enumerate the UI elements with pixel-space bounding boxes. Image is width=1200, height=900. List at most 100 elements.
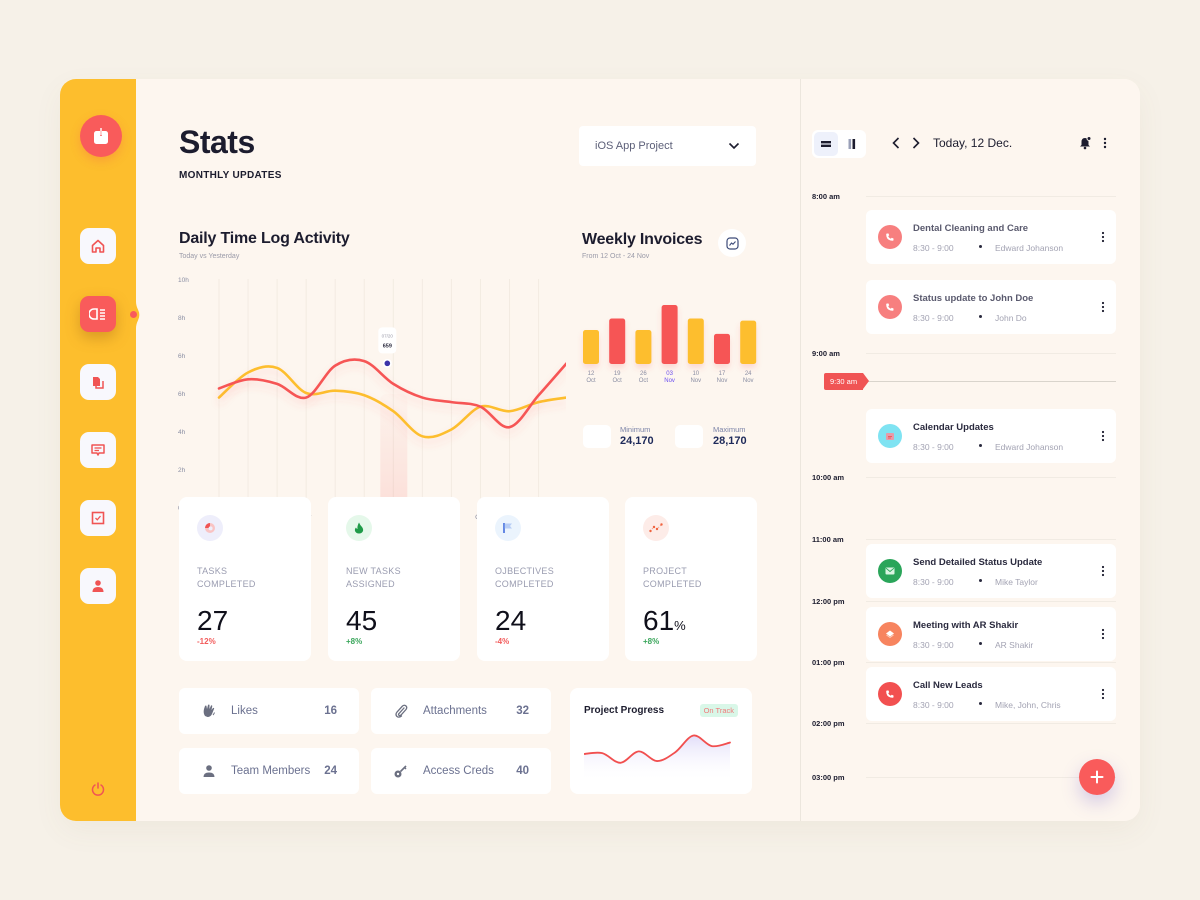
more-vertical-icon	[1101, 688, 1105, 700]
maximum-swatch	[675, 425, 703, 448]
chevron-right-icon	[912, 137, 920, 149]
event-menu-button[interactable]	[1100, 300, 1106, 314]
likes-label: Likes	[231, 705, 258, 717]
minimum-swatch	[583, 425, 611, 448]
event-card[interactable]: Calendar Updates 8:30 - 9:00 Edward Joha…	[866, 409, 1116, 463]
home-icon	[91, 239, 105, 253]
likes-count: 16	[324, 705, 337, 717]
time-gridline	[866, 601, 1116, 602]
attachments-count: 32	[516, 705, 529, 717]
list-view-button[interactable]	[814, 132, 838, 156]
weekly-invoices-subtitle: From 12 Oct - 24 Nov	[582, 253, 650, 260]
time-label: 02:00 pm	[812, 719, 845, 728]
project-progress-chart	[584, 734, 731, 782]
stat-label: PROJECT	[643, 566, 688, 576]
invoice-trend-button[interactable]	[718, 229, 746, 257]
event-time: 8:30 - 9:00	[913, 700, 954, 710]
y-tick-label: 6h	[178, 353, 186, 360]
time-label: 01:00 pm	[812, 658, 845, 667]
stat-value: 61%	[643, 605, 686, 636]
documents-icon	[93, 377, 104, 389]
previous-day-button[interactable]	[889, 134, 903, 152]
likes-card[interactable]: Likes 16	[179, 688, 359, 734]
sidebar-item-home[interactable]	[80, 228, 116, 264]
sidebar-item-stats[interactable]	[80, 296, 116, 332]
sidebar-item-tasks[interactable]	[80, 500, 116, 536]
project-progress-title: Project Progress	[584, 705, 665, 716]
checkbox-icon	[91, 511, 105, 525]
event-title: Meeting with AR Shakir	[913, 620, 1019, 631]
separator-dot	[979, 702, 982, 705]
event-menu-button[interactable]	[1100, 687, 1106, 701]
event-title: Status update to John Doe	[913, 293, 1034, 304]
stat-card-new-tasks: NEW TASKS ASSIGNED 45 +8%	[328, 497, 460, 661]
team-members-label: Team Members	[231, 765, 311, 777]
event-menu-button[interactable]	[1100, 564, 1106, 578]
stat-value: 27	[197, 605, 229, 636]
phone-icon	[878, 295, 902, 319]
event-menu-button[interactable]	[1100, 429, 1106, 443]
bar-label-month: Nov	[690, 378, 701, 384]
y-tick-label: 4h	[178, 429, 186, 436]
bar-label-month: Nov	[664, 378, 675, 384]
more-vertical-icon	[1101, 430, 1105, 442]
event-menu-button[interactable]	[1100, 627, 1106, 641]
logout-button[interactable]	[90, 781, 106, 797]
trend-chart-icon	[725, 236, 739, 250]
stat-value: 45	[346, 605, 378, 636]
event-card[interactable]: Dental Cleaning and Care 8:30 - 9:00 Edw…	[866, 210, 1116, 264]
plus-icon	[1090, 770, 1104, 784]
bell-icon	[1080, 136, 1092, 150]
attachments-card[interactable]: Attachments 32	[371, 688, 551, 734]
bar	[714, 333, 730, 364]
bar	[635, 330, 652, 364]
time-label: 8:00 am	[812, 192, 840, 201]
schedule-panel: Today, 12 Dec. 8:00 am 9:00 am 10:00 am …	[800, 79, 1140, 821]
stat-delta: +8%	[643, 637, 660, 646]
event-person: Mike, John, Chris	[995, 700, 1061, 710]
bar	[661, 304, 678, 364]
notifications-button[interactable]	[1078, 136, 1092, 150]
y-tick-label: 10h	[178, 277, 189, 284]
time-label: 12:00 pm	[812, 597, 845, 606]
event-card[interactable]: Call New Leads 8:30 - 9:00 Mike, John, C…	[866, 667, 1116, 721]
sidebar-item-documents[interactable]	[80, 364, 116, 400]
column-view-button[interactable]	[840, 132, 864, 156]
sidebar-item-messages[interactable]	[80, 432, 116, 468]
event-time: 8:30 - 9:00	[913, 442, 954, 452]
add-event-button[interactable]	[1079, 759, 1115, 795]
event-person: Edward Johanson	[995, 243, 1064, 253]
app-logo[interactable]	[80, 115, 122, 157]
stat-label: OJBECTIVES	[495, 566, 555, 576]
event-card[interactable]: Send Detailed Status Update 8:30 - 9:00 …	[866, 544, 1116, 598]
tooltip-point	[384, 360, 391, 367]
user-icon	[201, 763, 217, 779]
stat-delta: +8%	[346, 637, 363, 646]
event-menu-button[interactable]	[1100, 230, 1106, 244]
separator-dot	[979, 642, 982, 645]
event-card[interactable]: Status update to John Doe 8:30 - 9:00 Jo…	[866, 280, 1116, 334]
power-icon	[91, 782, 105, 796]
time-label: 11:00 am	[812, 535, 844, 544]
project-select[interactable]: iOS App Project	[579, 126, 756, 166]
y-tick-label: 6h	[178, 391, 186, 398]
next-day-button[interactable]	[909, 134, 923, 152]
stat-label: COMPLETED	[643, 579, 702, 589]
project-select-value: iOS App Project	[595, 140, 673, 152]
stat-card-tasks-completed: TASKS COMPLETED 27 -12%	[179, 497, 311, 661]
more-vertical-icon	[1101, 628, 1105, 640]
event-card[interactable]: Meeting with AR Shakir 8:30 - 9:00 AR Sh…	[866, 607, 1116, 661]
access-creds-card[interactable]: Access Creds 40	[371, 748, 551, 794]
app-logo-icon	[94, 127, 108, 144]
tooltip-value: 659	[383, 343, 392, 349]
calendar-icon	[878, 424, 902, 448]
separator-dot	[979, 315, 982, 318]
event-title: Dental Cleaning and Care	[913, 223, 1029, 234]
schedule-menu-button[interactable]	[1101, 136, 1109, 150]
sidebar-item-profile[interactable]	[80, 568, 116, 604]
fire-icon	[346, 515, 372, 541]
bar	[687, 318, 704, 364]
team-members-card[interactable]: Team Members 24	[179, 748, 359, 794]
event-time: 8:30 - 9:00	[913, 243, 954, 253]
view-toggle	[812, 130, 866, 158]
